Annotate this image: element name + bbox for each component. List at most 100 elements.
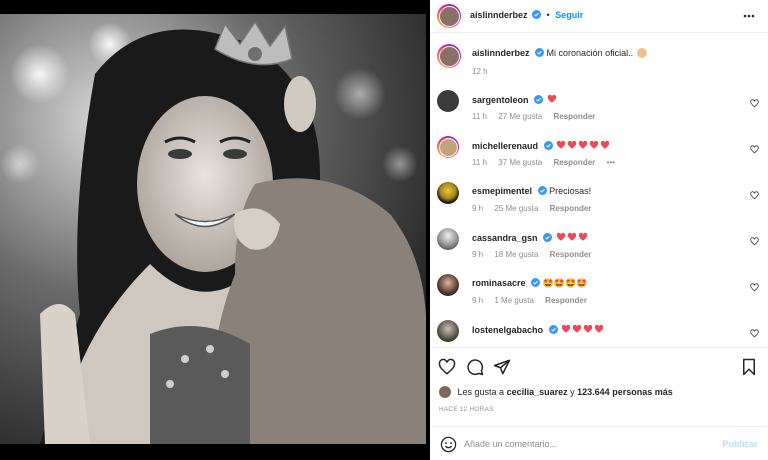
red-heart-emoji-icon <box>583 324 593 333</box>
comment-meta: 9 h 1 Me gusta Responder <box>472 296 596 305</box>
comment-time[interactable]: 9 h <box>472 204 483 213</box>
likes-connector: y <box>570 387 575 397</box>
red-heart-emoji-icon <box>572 324 582 333</box>
post-media[interactable] <box>0 0 430 460</box>
comment-text: Preciosas! <box>549 186 592 196</box>
comment-username[interactable]: lostenelgabacho <box>472 325 543 335</box>
likes-summary: Les gusta a cecilia_suarez y 123.644 per… <box>439 386 673 398</box>
separator-dot: • <box>546 10 550 20</box>
follow-button[interactable]: Seguir <box>555 10 583 20</box>
reply-button[interactable]: Responder <box>550 250 592 259</box>
comment-likes[interactable]: 1 Me gusta <box>494 296 534 305</box>
avatar[interactable] <box>437 136 459 158</box>
red-heart-emoji-icon <box>556 232 565 241</box>
comment-like-icon[interactable] <box>750 99 759 108</box>
verified-badge-icon <box>543 141 553 150</box>
comment-time[interactable]: 11 h <box>472 158 487 167</box>
comment-text-line: cassandra_gsn <box>472 232 588 243</box>
comment-text-line: lostenelgabacho <box>472 324 604 335</box>
comment-hearts <box>560 324 604 335</box>
reply-button[interactable]: Responder <box>550 204 592 213</box>
smiley-icon[interactable] <box>440 436 457 453</box>
comment-text-line: esmepimentel Preciosas! <box>472 186 591 196</box>
comment-more-icon[interactable]: ••• <box>607 158 615 167</box>
comment-username[interactable]: michellerenaud <box>472 141 538 151</box>
likes-suffix[interactable]: personas más <box>612 387 673 397</box>
verified-badge-icon <box>543 233 553 242</box>
comment-username[interactable]: esmepimentel <box>472 186 532 196</box>
red-heart-emoji-icon <box>589 140 599 149</box>
verified-badge-icon <box>548 325 558 334</box>
red-heart-emoji-icon <box>561 324 571 333</box>
comment-username[interactable]: cassandra_gsn <box>472 233 538 243</box>
heart-icon[interactable] <box>438 358 456 376</box>
caption-meta: 12 h <box>472 67 497 76</box>
red-heart-emoji-icon <box>567 232 576 241</box>
comments-list[interactable]: aislinnderbez Mi coronación oficial.. 12… <box>430 34 768 346</box>
avatar[interactable] <box>437 44 461 68</box>
post-header: aislinnderbez • Seguir <box>430 0 768 33</box>
avatar[interactable] <box>437 320 459 342</box>
avatar[interactable] <box>439 386 451 398</box>
avatar[interactable] <box>437 90 459 112</box>
publish-button[interactable]: Publicar <box>722 439 758 449</box>
comment-text-line: sargentoleon <box>472 94 557 105</box>
avatar[interactable] <box>437 4 461 28</box>
comment-likes[interactable]: 37 Me gusta <box>498 158 542 167</box>
reply-button[interactable]: Responder <box>553 158 595 167</box>
comment-time[interactable]: 9 h <box>472 296 483 305</box>
verified-badge-icon <box>534 95 544 104</box>
comment-meta: 9 h 18 Me gusta Responder <box>472 250 600 259</box>
comment-meta: 11 h 37 Me gusta Responder ••• <box>472 158 624 167</box>
avatar[interactable] <box>437 182 459 204</box>
post-time-ago[interactable]: HACE 12 HORAS <box>439 406 494 413</box>
comment-time[interactable]: 11 h <box>472 112 487 121</box>
reply-button[interactable]: Responder <box>545 296 587 305</box>
avatar[interactable] <box>437 228 459 250</box>
paper-plane-icon[interactable] <box>493 358 511 376</box>
comment-time[interactable]: 9 h <box>472 250 483 259</box>
comment-likes[interactable]: 27 Me gusta <box>498 112 542 121</box>
comment-like-icon[interactable] <box>750 237 759 246</box>
red-heart-emoji-icon <box>594 324 604 333</box>
comment-username[interactable]: sargentoleon <box>472 95 529 105</box>
comment-like-icon[interactable] <box>750 283 759 292</box>
likes-user[interactable]: cecilia_suarez <box>507 387 568 397</box>
bookmark-icon[interactable] <box>740 358 758 376</box>
comment-hearts <box>555 232 588 243</box>
caption-text: Mi coronación oficial.. <box>546 48 634 58</box>
comment-likes[interactable]: 18 Me gusta <box>494 250 538 259</box>
comment-hearts <box>546 94 557 105</box>
red-heart-emoji-icon <box>547 94 556 103</box>
verified-badge-icon <box>531 278 541 287</box>
comment-input[interactable] <box>464 437 714 451</box>
comment-meta: 11 h 27 Me gusta Responder <box>472 112 604 121</box>
comment-hearts <box>555 140 610 151</box>
caption-time[interactable]: 12 h <box>472 67 488 76</box>
header-username[interactable]: aislinnderbez <box>470 10 528 20</box>
caption-text-line: aislinnderbez Mi coronación oficial.. <box>472 48 647 58</box>
comment-username[interactable]: rominasacre <box>472 278 526 288</box>
princess-emoji-icon <box>636 48 647 58</box>
caption-username[interactable]: aislinnderbez <box>472 48 530 58</box>
likes-count[interactable]: 123.644 <box>577 387 610 397</box>
comment-likes[interactable]: 25 Me gusta <box>494 204 538 213</box>
red-heart-emoji-icon <box>567 140 577 149</box>
comment-like-icon[interactable] <box>750 145 759 154</box>
comment-like-icon[interactable] <box>750 191 759 200</box>
more-horizontal-icon[interactable] <box>742 9 756 23</box>
comment-bubble-icon[interactable] <box>466 358 484 376</box>
red-heart-emoji-icon <box>600 140 610 149</box>
red-heart-emoji-icon <box>578 232 587 241</box>
comment-like-icon[interactable] <box>750 329 759 338</box>
comment-text: 🤩🤩🤩🤩 <box>542 278 588 288</box>
reply-button[interactable]: Responder <box>553 112 595 121</box>
verified-badge-icon <box>532 10 542 19</box>
avatar[interactable] <box>437 274 459 296</box>
post-photo[interactable] <box>0 14 426 444</box>
red-heart-emoji-icon <box>578 140 588 149</box>
comment-text-line: michellerenaud <box>472 140 610 151</box>
post-actions <box>430 347 768 383</box>
likes-prefix: Les gusta a <box>457 387 505 397</box>
verified-badge-icon <box>535 48 545 57</box>
